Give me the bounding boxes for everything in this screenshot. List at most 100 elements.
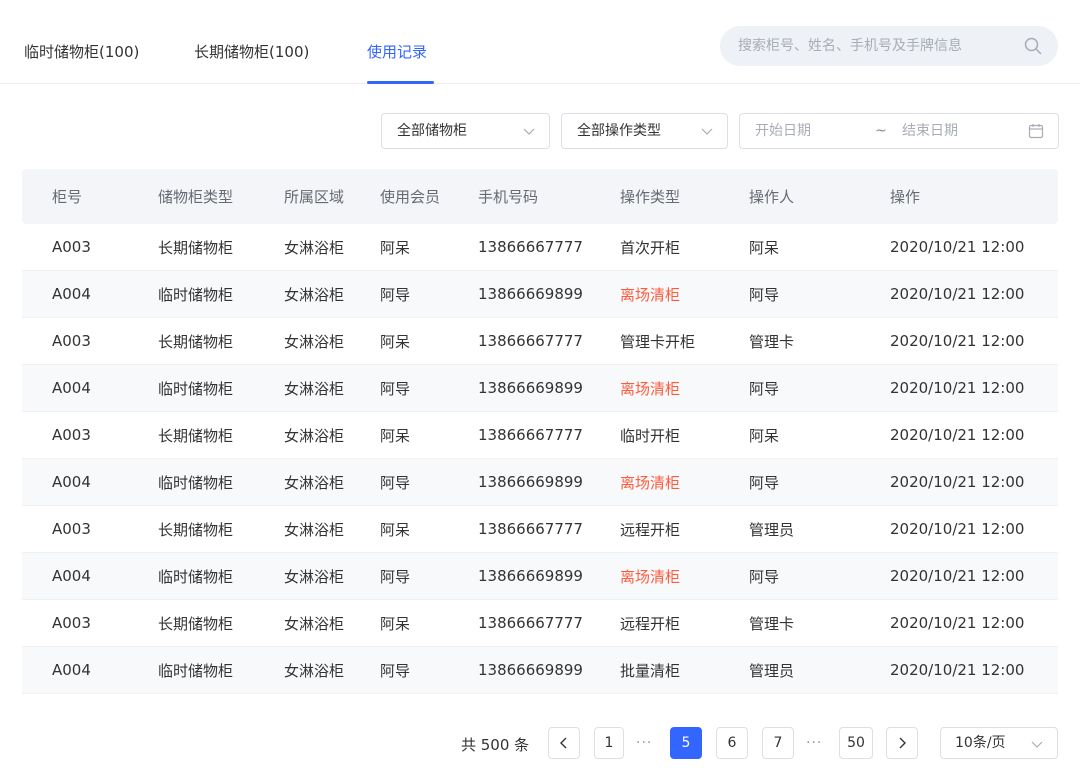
cell-member: 阿导 [380,285,411,304]
cell-locker-no: A004 [52,661,91,679]
cell-phone: 13866669899 [478,285,583,303]
chevron-right-icon [899,737,906,749]
cell-area: 女淋浴柜 [284,238,345,257]
tab-temporary-lockers[interactable]: 临时储物柜(100) [24,40,139,64]
chevron-down-icon [1031,741,1043,748]
cell-locker-type: 长期储物柜 [158,520,234,539]
cell-phone: 13866669899 [478,567,583,585]
table-row: A004 临时储物柜 女淋浴柜 阿导 13866669899 离场清柜 阿导 2020/10/… [22,271,1058,318]
column-header-locker-type: 储物柜类型 [158,188,234,206]
cell-operation-time: 2020/10/21 12:00 [890,426,1025,444]
cell-area: 女淋浴柜 [284,661,345,680]
cell-locker-type: 长期储物柜 [158,238,234,257]
cell-locker-type: 临时储物柜 [158,285,234,304]
table-row: A003 长期储物柜 女淋浴柜 阿呆 13866667777 远程开柜 管理卡 2020/10… [22,600,1058,647]
table-row: A004 临时储物柜 女淋浴柜 阿导 13866669899 离场清柜 阿导 2020/10/… [22,459,1058,506]
table-row: A003 长期储物柜 女淋浴柜 阿呆 13866667777 管理卡开柜 管理卡 2020/1… [22,318,1058,365]
cell-locker-type: 长期储物柜 [158,426,234,445]
table-row: A003 长期储物柜 女淋浴柜 阿呆 13866667777 首次开柜 阿呆 2020/10/… [22,224,1058,271]
column-header-operation-type: 操作类型 [620,188,681,206]
pagination-ellipsis[interactable]: ··· [636,733,652,753]
cell-operation-type: 离场清柜 [620,285,681,304]
cell-area: 女淋浴柜 [284,426,345,445]
cell-locker-no: A004 [52,285,91,303]
cell-operation-time: 2020/10/21 12:00 [890,614,1025,632]
cabinet-filter-select[interactable]: 全部储物柜 [381,113,550,149]
cell-operation-type: 远程开柜 [620,614,681,633]
cell-member: 阿呆 [380,426,411,445]
cell-locker-no: A004 [52,473,91,491]
page-button-7[interactable]: 7 [762,727,794,759]
date-range-separator: ~ [875,123,887,139]
cell-operator: 阿呆 [749,238,780,257]
page-button-5-current[interactable]: 5 [670,727,702,759]
cell-member: 阿呆 [380,614,411,633]
active-tab-indicator [367,81,434,84]
cell-operator: 阿导 [749,567,780,586]
search-input[interactable]: 搜索柜号、姓名、手机号及手牌信息 [720,26,1058,66]
operation-type-filter-value: 全部操作类型 [577,123,661,139]
table-body: A003 长期储物柜 女淋浴柜 阿呆 13866667777 首次开柜 阿呆 2020/10/… [22,224,1058,694]
cell-phone: 13866669899 [478,661,583,679]
cell-area: 女淋浴柜 [284,473,345,492]
tab-usage-records[interactable]: 使用记录 [367,40,427,64]
cell-locker-type: 临时储物柜 [158,661,234,680]
calendar-icon[interactable] [1028,123,1044,139]
table-row: A004 临时储物柜 女淋浴柜 阿导 13866669899 离场清柜 阿导 2020/10/… [22,365,1058,412]
cell-operation-type: 管理卡开柜 [620,332,696,351]
page-button-6[interactable]: 6 [716,727,748,759]
pagination-ellipsis[interactable]: ··· [806,733,822,753]
page-button-1[interactable]: 1 [594,727,624,759]
table-row: A003 长期储物柜 女淋浴柜 阿呆 13866667777 临时开柜 阿呆 2020/10/… [22,412,1058,459]
cell-locker-type: 长期储物柜 [158,614,234,633]
cell-operation-time: 2020/10/21 12:00 [890,379,1025,397]
tab-long-term-lockers[interactable]: 长期储物柜(100) [194,40,309,64]
cell-operation-type: 远程开柜 [620,520,681,539]
cell-operation-type: 临时开柜 [620,426,681,445]
cell-member: 阿导 [380,473,411,492]
operation-type-filter-select[interactable]: 全部操作类型 [561,113,728,149]
cell-area: 女淋浴柜 [284,567,345,586]
start-date-input[interactable]: 开始日期 [755,120,811,142]
cell-locker-no: A003 [52,520,91,538]
page-size-select[interactable]: 10条/页 [940,727,1058,759]
cell-member: 阿呆 [380,238,411,257]
column-header-phone: 手机号码 [478,188,539,206]
cabinet-filter-value: 全部储物柜 [397,123,467,139]
cell-operation-time: 2020/10/21 12:00 [890,661,1025,679]
cell-operator: 管理员 [749,520,795,539]
table-row: A004 临时储物柜 女淋浴柜 阿导 13866669899 批量清柜 管理员 2020/10… [22,647,1058,694]
column-header-area: 所属区域 [284,188,345,206]
usage-records-table: 柜号 储物柜类型 所属区域 使用会员 手机号码 操作类型 操作人 操作 A003… [22,169,1058,694]
cell-locker-no: A003 [52,614,91,632]
cell-locker-type: 临时储物柜 [158,567,234,586]
end-date-input[interactable]: 结束日期 [902,120,958,142]
cell-member: 阿呆 [380,332,411,351]
table-row: A004 临时储物柜 女淋浴柜 阿导 13866669899 离场清柜 阿导 2020/10/… [22,553,1058,600]
cell-locker-type: 长期储物柜 [158,332,234,351]
cell-phone: 13866667777 [478,520,583,538]
column-header-operator: 操作人 [749,188,795,206]
next-page-button[interactable] [886,727,918,759]
prev-page-button[interactable] [548,727,580,759]
table-row: A003 长期储物柜 女淋浴柜 阿呆 13866667777 远程开柜 管理员 2020/10… [22,506,1058,553]
cell-operation-time: 2020/10/21 12:00 [890,285,1025,303]
cell-phone: 13866667777 [478,332,583,350]
cell-operator: 管理卡 [749,332,795,351]
search-placeholder: 搜索柜号、姓名、手机号及手牌信息 [738,38,962,54]
cell-operation-type: 离场清柜 [620,379,681,398]
cell-operation-type: 离场清柜 [620,473,681,492]
table-header: 柜号 储物柜类型 所属区域 使用会员 手机号码 操作类型 操作人 操作 [22,169,1058,224]
cell-area: 女淋浴柜 [284,332,345,351]
cell-member: 阿呆 [380,520,411,539]
page-button-50[interactable]: 50 [839,727,873,759]
cell-operator: 阿呆 [749,426,780,445]
cell-phone: 13866667777 [478,238,583,256]
cell-area: 女淋浴柜 [284,285,345,304]
date-range-picker[interactable]: 开始日期 ~ 结束日期 [739,113,1059,149]
search-icon[interactable] [1024,37,1042,55]
cell-operator: 阿导 [749,379,780,398]
column-header-member: 使用会员 [380,188,441,206]
cell-operator: 阿导 [749,473,780,492]
cell-operation-time: 2020/10/21 12:00 [890,520,1025,538]
